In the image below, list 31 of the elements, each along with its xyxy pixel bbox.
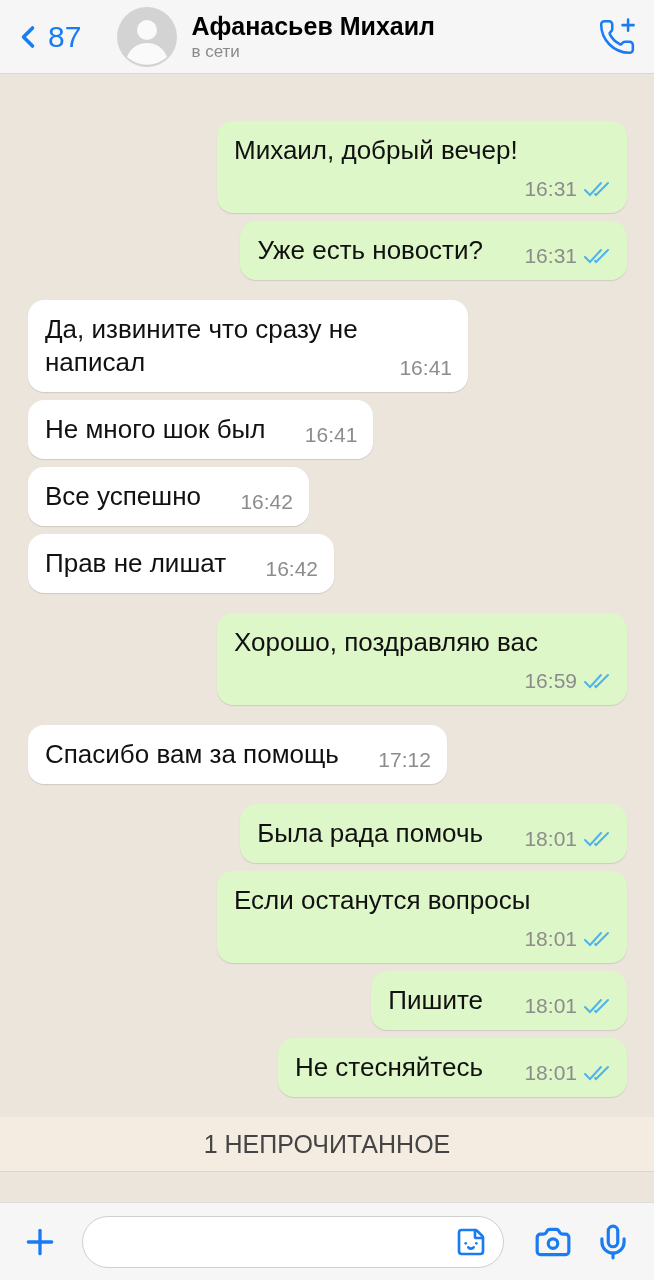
message-time: 18:01	[524, 993, 577, 1019]
message-time: 17:12	[378, 747, 431, 773]
back-button[interactable]: 87	[10, 18, 82, 55]
message-text: Уже есть новости?	[257, 235, 483, 265]
unread-label: 1 НЕПРОЧИТАННОЕ	[203, 1129, 451, 1159]
message-time: 16:31	[524, 176, 577, 202]
contact-name: Афанасьев Михаил	[191, 10, 436, 41]
message-time: 18:01	[524, 1060, 577, 1086]
message-time: 16:59	[524, 668, 577, 694]
message-text: Все успешно	[45, 481, 201, 511]
add-call-button[interactable]	[598, 17, 636, 56]
message-text: Спасибо вам за помощь	[45, 739, 339, 769]
message-text: Прав не лишат	[45, 548, 227, 578]
message-text: Не много шок был	[45, 414, 266, 444]
avatar-icon	[117, 6, 178, 67]
message-text: Михаил, добрый вечер!	[234, 135, 518, 165]
message-time: 18:01	[524, 926, 577, 952]
message-time: 16:42	[265, 556, 319, 582]
message-time: 18:01	[524, 826, 577, 852]
message-text: Была рада помочь	[257, 818, 483, 848]
message-text: Да, извините что сразу не написал	[45, 314, 358, 377]
phone-plus-icon	[598, 17, 636, 56]
contact-status: в сети	[191, 40, 241, 63]
message-time: 16:41	[399, 355, 452, 381]
message-time: 16:41	[304, 422, 358, 448]
message-text: Не стесняйтесь	[294, 1052, 483, 1082]
message-time: 16:42	[240, 489, 293, 515]
message-time: 16:31	[524, 243, 577, 269]
message-text: Пишите	[388, 985, 483, 1015]
message-text: Если останутся вопросы	[234, 885, 531, 915]
message-text: Хорошо, поздравляю вас	[234, 627, 539, 657]
